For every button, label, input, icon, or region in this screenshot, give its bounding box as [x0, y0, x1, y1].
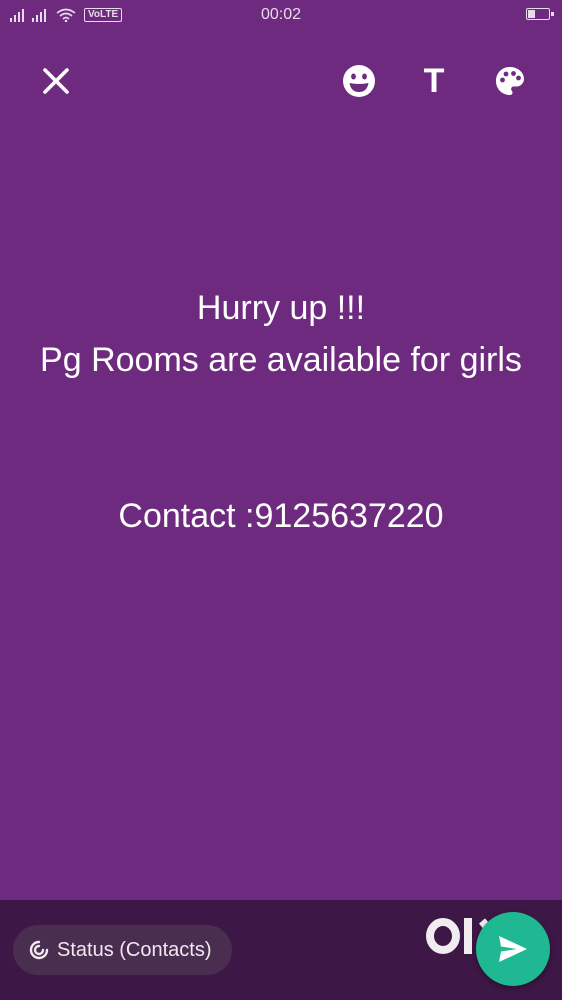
- system-status-bar: VoLTE 00:02: [0, 0, 562, 30]
- text-style-label: T: [423, 61, 445, 100]
- wifi-icon: [56, 8, 76, 22]
- text-style-button[interactable]: T: [410, 57, 458, 105]
- status-text-content[interactable]: Hurry up !!! Pg Rooms are available for …: [30, 282, 532, 542]
- status-privacy-icon: [29, 940, 49, 960]
- signal-strength-icon: [10, 8, 24, 22]
- audience-label: Status (Contacts): [57, 938, 212, 961]
- signal-strength-icon-2: [32, 8, 46, 22]
- emoji-button[interactable]: [335, 57, 383, 105]
- send-button[interactable]: [476, 912, 550, 986]
- close-icon: [43, 68, 69, 94]
- send-icon: [499, 936, 527, 962]
- status-composer-screen: VoLTE 00:02 T Hurry up !!! Pg Rooms are …: [0, 0, 562, 1000]
- color-palette-button[interactable]: [486, 57, 534, 105]
- volte-badge: VoLTE: [84, 8, 123, 22]
- emoji-icon: [343, 65, 375, 97]
- audience-selector-button[interactable]: Status (Contacts): [13, 925, 232, 975]
- palette-icon: [496, 67, 524, 95]
- close-button[interactable]: [32, 57, 80, 105]
- battery-icon: [526, 8, 554, 20]
- status-left-group: VoLTE: [10, 8, 123, 22]
